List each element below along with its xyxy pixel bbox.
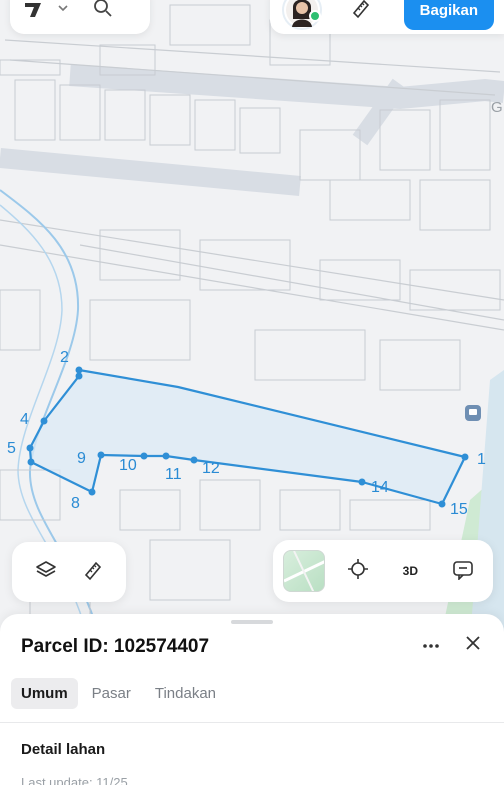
view-3d-label: 3D	[402, 564, 418, 578]
point-label-14: 14	[371, 479, 389, 496]
feedback-icon	[452, 558, 474, 585]
sheet-drag-handle[interactable]	[231, 620, 273, 624]
locate-icon	[347, 558, 369, 585]
basemap-thumbnail[interactable]	[283, 550, 325, 592]
parcel-title: Parcel ID: 102574407	[21, 636, 210, 657]
point-label-15: 15	[450, 501, 468, 518]
point-label-5: 5	[7, 440, 16, 457]
divider	[0, 722, 504, 723]
point-label-2: 2	[60, 349, 69, 366]
layers-button[interactable]	[26, 552, 66, 592]
map-edge-label: G	[491, 99, 503, 116]
locate-button[interactable]	[338, 551, 378, 591]
top-left-toolbar	[10, 0, 150, 34]
chevron-down-icon[interactable]	[56, 1, 70, 20]
point-label-8: 8	[71, 495, 80, 512]
layers-icon	[35, 559, 57, 586]
map-layer-controls	[12, 542, 126, 602]
top-right-toolbar: Bagikan	[270, 0, 504, 34]
more-icon	[422, 636, 440, 654]
map-view-controls: 3D	[273, 540, 493, 602]
feedback-button[interactable]	[443, 551, 483, 591]
last-update-text: Last update: 11/25	[21, 775, 128, 785]
measure-button[interactable]	[73, 552, 113, 592]
share-button[interactable]: Bagikan	[403, 0, 494, 30]
point-label-12: 12	[202, 460, 220, 477]
parcel-bottom-sheet: Parcel ID: 102574407 Umum Pasar Tindakan…	[0, 614, 504, 785]
close-icon	[465, 635, 481, 656]
bus-stop-icon	[465, 405, 481, 421]
ruler-icon[interactable]	[350, 0, 372, 24]
tab-umum[interactable]: Umum	[11, 678, 78, 709]
tab-pasar[interactable]: Pasar	[82, 678, 141, 709]
close-button[interactable]	[458, 632, 488, 658]
tab-bar: Umum Pasar Tindakan	[11, 678, 226, 709]
logo-icon[interactable]	[22, 0, 44, 24]
online-status-dot	[309, 10, 321, 22]
view-3d-button[interactable]: 3D	[390, 551, 430, 591]
point-label-11: 11	[165, 466, 182, 483]
point-label-9: 9	[77, 450, 86, 467]
more-options-button[interactable]	[414, 632, 448, 658]
point-label-10: 10	[119, 457, 137, 474]
share-button-label: Bagikan	[419, 2, 478, 19]
tab-tindakan[interactable]: Tindakan	[145, 678, 226, 709]
section-title: Detail lahan	[21, 741, 106, 758]
search-icon[interactable]	[92, 0, 114, 24]
avatar[interactable]	[282, 0, 322, 30]
point-label-4: 4	[20, 411, 29, 428]
point-label-1: 1	[477, 451, 486, 468]
ruler-icon	[82, 559, 104, 586]
